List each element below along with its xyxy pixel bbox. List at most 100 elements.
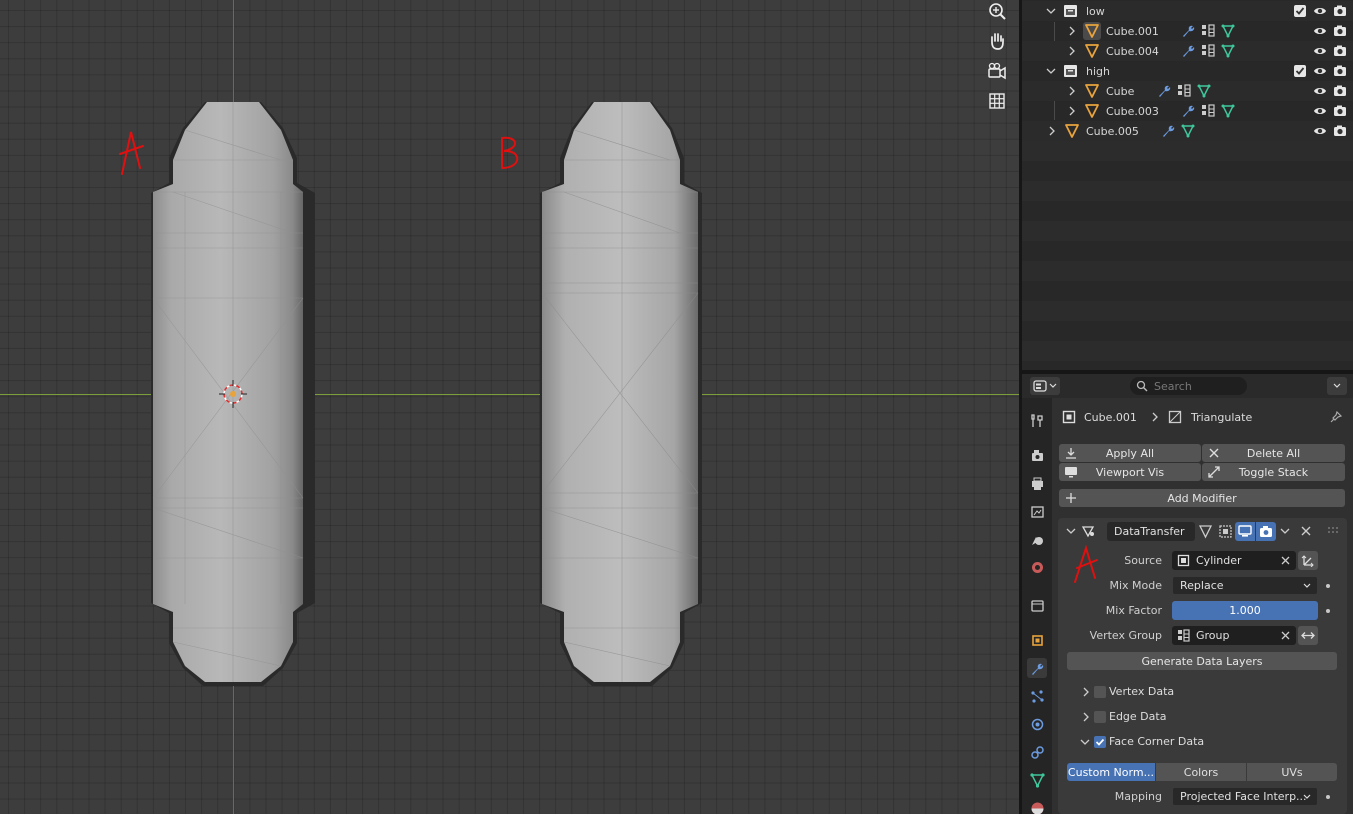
- zoom-icon[interactable]: [984, 0, 1010, 24]
- mesh-data-icon[interactable]: [1181, 124, 1195, 138]
- eye-icon[interactable]: [1313, 24, 1327, 38]
- mesh-data-icon[interactable]: [1197, 84, 1211, 98]
- edit-mode-toggle-icon[interactable]: [1198, 524, 1213, 539]
- tab-tool[interactable]: [1027, 410, 1047, 430]
- face-corner-data-checkbox[interactable]: [1094, 736, 1106, 748]
- modifier-name-field[interactable]: DataTransfer: [1107, 522, 1195, 541]
- tab-collection[interactable]: [1027, 595, 1047, 615]
- outliner-row-object[interactable]: Cube.004: [1022, 41, 1353, 61]
- chevron-right-icon[interactable]: [1082, 712, 1090, 722]
- wrench-modifier-icon[interactable]: [1161, 124, 1175, 138]
- pin-icon[interactable]: [1329, 410, 1343, 424]
- camera-view-icon[interactable]: [984, 58, 1010, 84]
- chevron-down-icon[interactable]: [1046, 6, 1056, 16]
- tab-scene[interactable]: [1027, 529, 1047, 549]
- object-transform-toggle[interactable]: [1298, 551, 1318, 570]
- chevron-right-icon[interactable]: [1047, 126, 1057, 136]
- mesh-b[interactable]: [534, 98, 709, 690]
- delete-all-button[interactable]: Delete All: [1202, 444, 1345, 462]
- tab-uvs[interactable]: UVs: [1247, 763, 1337, 781]
- eye-icon[interactable]: [1313, 64, 1327, 78]
- vertex-data-checkbox[interactable]: [1094, 686, 1106, 698]
- properties-panel[interactable]: Search Cube.001 Triangulate Apply All De…: [1022, 374, 1353, 814]
- chevron-right-icon[interactable]: [1067, 46, 1077, 56]
- ortho-grid-icon[interactable]: [984, 88, 1010, 114]
- eye-icon[interactable]: [1313, 4, 1327, 18]
- outliner-row-object[interactable]: Cube.003: [1022, 101, 1353, 121]
- camera-icon[interactable]: [1333, 104, 1347, 118]
- camera-icon[interactable]: [1333, 24, 1347, 38]
- add-modifier-button[interactable]: Add Modifier: [1059, 489, 1345, 507]
- outliner-row-object[interactable]: Cube.005: [1022, 121, 1353, 141]
- mapping-dropdown[interactable]: Projected Face Interp...: [1172, 787, 1318, 806]
- checkbox-checked-icon[interactable]: [1293, 4, 1307, 18]
- 3d-viewport[interactable]: [0, 0, 1019, 814]
- camera-icon[interactable]: [1333, 64, 1347, 78]
- keyframe-dot[interactable]: [1326, 795, 1330, 799]
- vertex-group-icon[interactable]: [1201, 104, 1215, 118]
- wrench-modifier-icon[interactable]: [1157, 84, 1171, 98]
- chevron-right-icon[interactable]: [1082, 687, 1090, 697]
- outliner-panel[interactable]: low Cube.001 Cube.004 high Cube Cube.003…: [1022, 0, 1353, 370]
- drag-handle-icon[interactable]: [1327, 526, 1339, 534]
- tab-view-layer[interactable]: [1027, 501, 1047, 521]
- viewport-vis-button[interactable]: Viewport Vis: [1059, 463, 1201, 481]
- options-dropdown[interactable]: [1327, 377, 1347, 395]
- chevron-right-icon[interactable]: [1067, 106, 1077, 116]
- outliner-row-object[interactable]: Cube: [1022, 81, 1353, 101]
- editor-type-dropdown[interactable]: [1030, 377, 1060, 395]
- clear-x-icon[interactable]: [1281, 556, 1290, 565]
- render-toggle[interactable]: [1256, 522, 1276, 541]
- mesh-data-icon[interactable]: [1221, 104, 1235, 118]
- pan-hand-icon[interactable]: [984, 28, 1010, 54]
- outliner-row-object[interactable]: Cube.001: [1022, 21, 1353, 41]
- camera-icon[interactable]: [1333, 44, 1347, 58]
- eye-icon[interactable]: [1313, 84, 1327, 98]
- wrench-modifier-icon[interactable]: [1181, 44, 1195, 58]
- camera-icon[interactable]: [1333, 84, 1347, 98]
- chevron-down-icon[interactable]: [1080, 738, 1090, 746]
- vertex-group-icon[interactable]: [1177, 84, 1191, 98]
- tab-constraints[interactable]: [1027, 742, 1047, 762]
- mix-mode-dropdown[interactable]: Replace: [1172, 576, 1318, 595]
- cage-toggle-icon[interactable]: [1218, 524, 1233, 539]
- chevron-right-icon[interactable]: [1067, 86, 1077, 96]
- chevron-down-icon[interactable]: [1280, 527, 1290, 535]
- wrench-modifier-icon[interactable]: [1181, 24, 1195, 38]
- camera-icon[interactable]: [1333, 124, 1347, 138]
- tab-object[interactable]: [1027, 630, 1047, 650]
- vertex-group-icon[interactable]: [1201, 44, 1215, 58]
- tab-world[interactable]: [1027, 557, 1047, 577]
- camera-icon[interactable]: [1333, 4, 1347, 18]
- source-field[interactable]: Cylinder: [1172, 551, 1296, 570]
- apply-all-button[interactable]: Apply All: [1059, 444, 1201, 462]
- outliner-row-collection-low[interactable]: low: [1022, 1, 1353, 21]
- tab-modifiers[interactable]: [1027, 658, 1047, 678]
- mix-factor-slider[interactable]: 1.000: [1172, 601, 1318, 620]
- checkbox-checked-icon[interactable]: [1293, 64, 1307, 78]
- tab-colors[interactable]: Colors: [1156, 763, 1246, 781]
- vertex-group-field[interactable]: Group: [1172, 626, 1296, 645]
- wrench-modifier-icon[interactable]: [1181, 104, 1195, 118]
- tab-particles[interactable]: [1027, 686, 1047, 706]
- tab-material[interactable]: [1027, 798, 1047, 814]
- mesh-data-icon[interactable]: [1221, 24, 1235, 38]
- chevron-down-icon[interactable]: [1066, 526, 1076, 536]
- tab-data[interactable]: [1027, 770, 1047, 790]
- toggle-stack-button[interactable]: Toggle Stack: [1202, 463, 1345, 481]
- eye-icon[interactable]: [1313, 44, 1327, 58]
- tab-render[interactable]: [1027, 445, 1047, 465]
- eye-icon[interactable]: [1313, 104, 1327, 118]
- keyframe-dot[interactable]: [1326, 609, 1330, 613]
- tab-output[interactable]: [1027, 473, 1047, 493]
- search-field[interactable]: Search: [1130, 377, 1247, 395]
- outliner-row-collection-high[interactable]: high: [1022, 61, 1353, 81]
- keyframe-dot[interactable]: [1326, 584, 1330, 588]
- edge-data-checkbox[interactable]: [1094, 711, 1106, 723]
- tab-custom-normals[interactable]: Custom Norm...: [1067, 763, 1155, 781]
- mesh-data-icon[interactable]: [1221, 44, 1235, 58]
- invert-vertex-group-toggle[interactable]: [1298, 626, 1318, 645]
- generate-data-layers-button[interactable]: Generate Data Layers: [1067, 652, 1337, 670]
- close-x-icon[interactable]: [1300, 525, 1312, 537]
- vertex-group-icon[interactable]: [1201, 24, 1215, 38]
